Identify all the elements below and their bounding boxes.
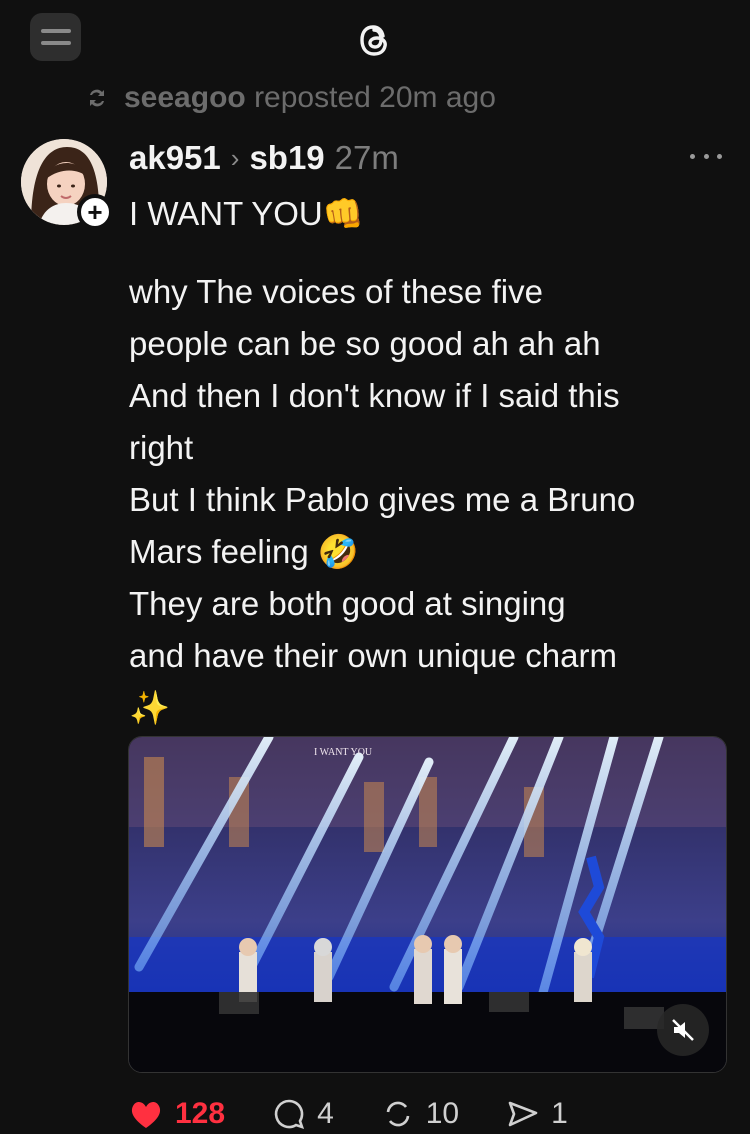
menu-bar xyxy=(40,29,71,33)
post-line: ✨ xyxy=(129,689,171,726)
repost-user[interactable]: seeagoo xyxy=(124,81,246,114)
post-title-line: I WANT YOU👊 xyxy=(129,195,364,232)
like-button[interactable]: 128 xyxy=(129,1097,225,1131)
community-name[interactable]: sb19 xyxy=(249,139,324,177)
concert-video-frame xyxy=(129,737,726,1072)
chevron-right-icon: › xyxy=(230,142,240,173)
repost-count: 10 xyxy=(425,1097,460,1130)
post-time: 27m xyxy=(334,139,399,176)
video-overlay-text: I WANT YOU xyxy=(314,747,373,758)
threads-logo-icon[interactable] xyxy=(350,16,398,64)
post-video[interactable]: I WANT YOU xyxy=(128,736,727,1073)
post-line: people can be so good ah ah ah xyxy=(129,325,601,362)
share-count: 1 xyxy=(551,1097,568,1130)
repost-icon xyxy=(90,89,104,107)
like-count: 128 xyxy=(175,1097,226,1130)
post-actions: 128 4 10 1 xyxy=(129,1094,729,1134)
menu-bar xyxy=(40,41,71,45)
share-button[interactable]: 1 xyxy=(507,1097,568,1131)
repost-text: reposted 20m ago xyxy=(254,81,496,114)
repost-icon xyxy=(386,1101,410,1127)
muted-speaker-icon xyxy=(672,1019,694,1041)
send-icon xyxy=(508,1101,538,1127)
repost-button[interactable]: 10 xyxy=(382,1097,459,1131)
menu-button[interactable] xyxy=(30,13,81,61)
more-options-icon[interactable] xyxy=(690,146,722,166)
post-line: They are both good at singing xyxy=(129,585,566,622)
comment-icon xyxy=(274,1099,305,1130)
post-line: right xyxy=(129,429,194,466)
author-username[interactable]: ak951 xyxy=(129,139,221,177)
post-line: And then I don't know if I said this xyxy=(129,377,620,414)
reply-button[interactable]: 4 xyxy=(273,1097,334,1131)
reply-count: 4 xyxy=(317,1097,334,1130)
repost-indicator: seeagoo reposted 20m ago xyxy=(84,80,496,116)
post-line: But I think Pablo gives me a Bruno xyxy=(129,481,636,518)
post-line: and have their own unique charm xyxy=(129,637,617,674)
heart-icon xyxy=(131,1101,161,1128)
post-line: why The voices of these five xyxy=(129,273,543,310)
mute-toggle-button[interactable] xyxy=(657,1004,709,1056)
follow-plus-button[interactable]: + xyxy=(77,194,113,230)
post-line: Mars feeling 🤣 xyxy=(129,533,360,570)
post-header: ak951 › sb19 27m xyxy=(129,138,399,178)
post-body: I WANT YOU👊 why The voices of these five… xyxy=(129,188,739,734)
